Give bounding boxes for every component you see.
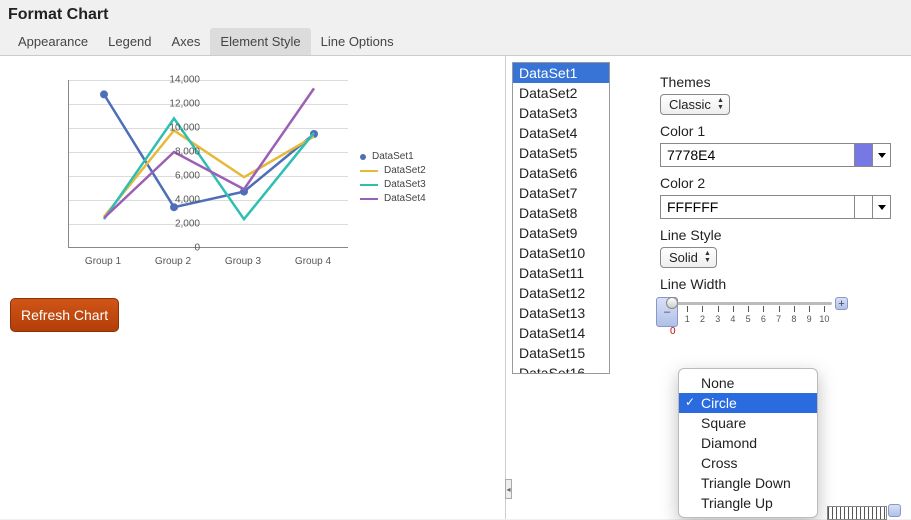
color2-input[interactable] — [660, 195, 855, 219]
secondary-slider[interactable] — [827, 506, 887, 520]
tab-line-options[interactable]: Line Options — [311, 28, 404, 55]
color1-dropdown[interactable] — [873, 143, 891, 167]
color1-swatch — [855, 143, 873, 167]
splitter-handle[interactable]: ◂ — [505, 479, 512, 499]
legend-item: DataSet1 — [360, 151, 426, 162]
line-style-label: Line Style — [660, 227, 891, 243]
dataset-item[interactable]: DataSet6 — [513, 163, 609, 183]
dataset-item[interactable]: DataSet14 — [513, 323, 609, 343]
marker-option[interactable]: Circle — [679, 393, 817, 413]
marker-option[interactable]: Triangle Down — [679, 473, 817, 493]
color2-dropdown[interactable] — [873, 195, 891, 219]
slider-thumb[interactable] — [666, 297, 678, 309]
dataset-item[interactable]: DataSet10 — [513, 243, 609, 263]
dataset-item[interactable]: DataSet4 — [513, 123, 609, 143]
color1-input[interactable] — [660, 143, 855, 167]
line-style-value: Solid — [669, 250, 698, 265]
marker-option[interactable]: Square — [679, 413, 817, 433]
themes-value: Classic — [669, 97, 711, 112]
marker-option[interactable]: Cross — [679, 453, 817, 473]
dataset-list[interactable]: DataSet1DataSet2DataSet3DataSet4DataSet5… — [512, 62, 610, 374]
marker-style-popup[interactable]: NoneCircleSquareDiamondCrossTriangle Dow… — [678, 368, 818, 518]
dataset-item[interactable]: DataSet7 — [513, 183, 609, 203]
marker-option[interactable]: Triangle Up — [679, 493, 817, 513]
dataset-item[interactable]: DataSet16 — [513, 363, 609, 374]
tab-appearance[interactable]: Appearance — [8, 28, 98, 55]
slider-increment-icon[interactable]: + — [835, 297, 848, 310]
legend-item: DataSet3 — [360, 179, 426, 190]
marker-option[interactable]: Diamond — [679, 433, 817, 453]
refresh-chart-button[interactable]: Refresh Chart — [10, 298, 119, 332]
tab-axes[interactable]: Axes — [162, 28, 211, 55]
tab-bar: AppearanceLegendAxesElement StyleLine Op… — [8, 28, 903, 55]
dataset-item[interactable]: DataSet2 — [513, 83, 609, 103]
legend-item: DataSet2 — [360, 165, 426, 176]
tab-element-style[interactable]: Element Style — [210, 28, 310, 55]
line-width-slider[interactable]: – + 0 12345678910 — [660, 296, 844, 336]
dataset-item[interactable]: DataSet1 — [513, 63, 609, 83]
dataset-item[interactable]: DataSet8 — [513, 203, 609, 223]
dataset-item[interactable]: DataSet3 — [513, 103, 609, 123]
dataset-item[interactable]: DataSet15 — [513, 343, 609, 363]
page-title: Format Chart — [8, 6, 903, 24]
slider-current-value: 0 — [670, 326, 676, 337]
secondary-slider-increment-icon[interactable] — [888, 504, 901, 517]
tab-legend[interactable]: Legend — [98, 28, 161, 55]
legend-item: DataSet4 — [360, 193, 426, 204]
color1-label: Color 1 — [660, 123, 891, 139]
line-style-select[interactable]: Solid ▲▼ — [660, 247, 717, 268]
dataset-item[interactable]: DataSet5 — [513, 143, 609, 163]
color2-label: Color 2 — [660, 175, 891, 191]
dataset-item[interactable]: DataSet13 — [513, 303, 609, 323]
themes-label: Themes — [660, 74, 891, 90]
line-width-label: Line Width — [660, 276, 891, 292]
themes-select[interactable]: Classic ▲▼ — [660, 94, 730, 115]
chart-preview: 02,0004,0006,0008,00010,00012,00014,000G… — [10, 70, 486, 280]
dataset-item[interactable]: DataSet11 — [513, 263, 609, 283]
color2-swatch — [855, 195, 873, 219]
dataset-item[interactable]: DataSet9 — [513, 223, 609, 243]
marker-option[interactable]: None — [679, 373, 817, 393]
dataset-item[interactable]: DataSet12 — [513, 283, 609, 303]
